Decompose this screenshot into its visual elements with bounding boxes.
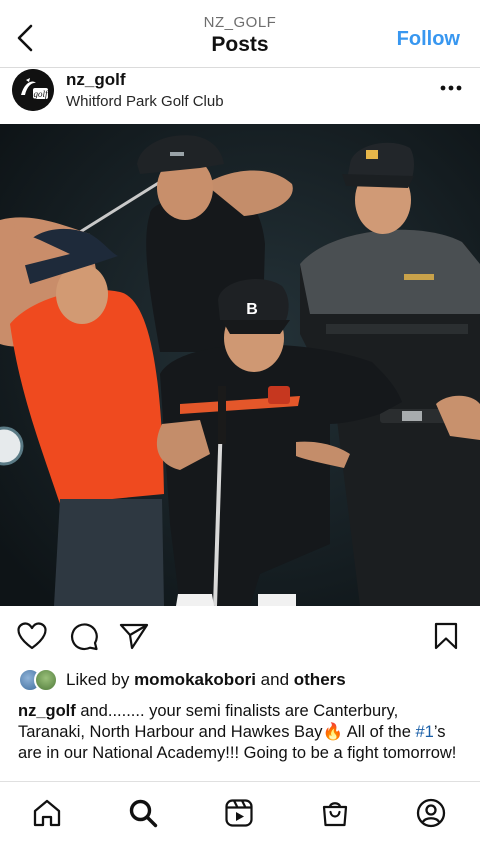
nav-home[interactable] [30,796,64,830]
follow-button[interactable]: Follow [397,28,460,51]
home-icon [33,799,61,827]
likes-prefix: Liked by [66,670,130,689]
likes-others[interactable]: others [294,670,346,690]
comment-button[interactable] [68,620,100,652]
comment-icon [71,623,98,651]
post-header: golf nz_golf Whitford Park Golf Club [0,68,480,124]
save-button[interactable] [430,620,462,652]
post-username[interactable]: nz_golf [66,70,126,90]
likes-and: and [260,670,290,689]
bookmark-icon [434,622,458,650]
post-photo[interactable]: B [0,124,480,606]
share-button[interactable] [118,620,150,652]
svg-text:B: B [246,301,258,318]
liker-avatars [18,668,58,692]
likes-summary[interactable]: Liked by momokakobori and others [18,666,346,694]
send-icon [119,623,149,650]
nav-search[interactable] [126,796,160,830]
shop-icon [322,802,348,827]
golfers-photo: B [0,124,480,606]
profile-icon [416,798,446,828]
hashtag-link[interactable]: #1 [416,723,434,741]
liker-avatar [34,668,58,692]
svg-text:golf: golf [33,89,49,99]
avatar[interactable]: golf [12,69,54,111]
bottom-navigation [0,781,480,843]
top-bar: NZ_GOLF Posts Follow [0,0,480,68]
post-location[interactable]: Whitford Park Golf Club [66,92,224,112]
heart-icon [17,622,47,650]
fire-emoji: 🔥 [322,723,344,741]
nav-shop[interactable] [318,796,352,830]
post-caption: nz_golf and........ your semi finalists … [18,701,466,764]
more-dots-icon [440,85,462,91]
reels-icon [225,799,253,827]
like-button[interactable] [16,620,48,652]
search-icon [129,799,158,828]
post-actions [0,606,480,664]
nz-golf-logo: golf [12,69,54,111]
nav-reels[interactable] [222,796,256,830]
liker-username[interactable]: momokakobori [134,670,256,690]
caption-username[interactable]: nz_golf [18,702,76,720]
more-options-button[interactable] [438,78,464,98]
caption-text-2: All of the [343,723,416,741]
nav-profile[interactable] [414,796,448,830]
